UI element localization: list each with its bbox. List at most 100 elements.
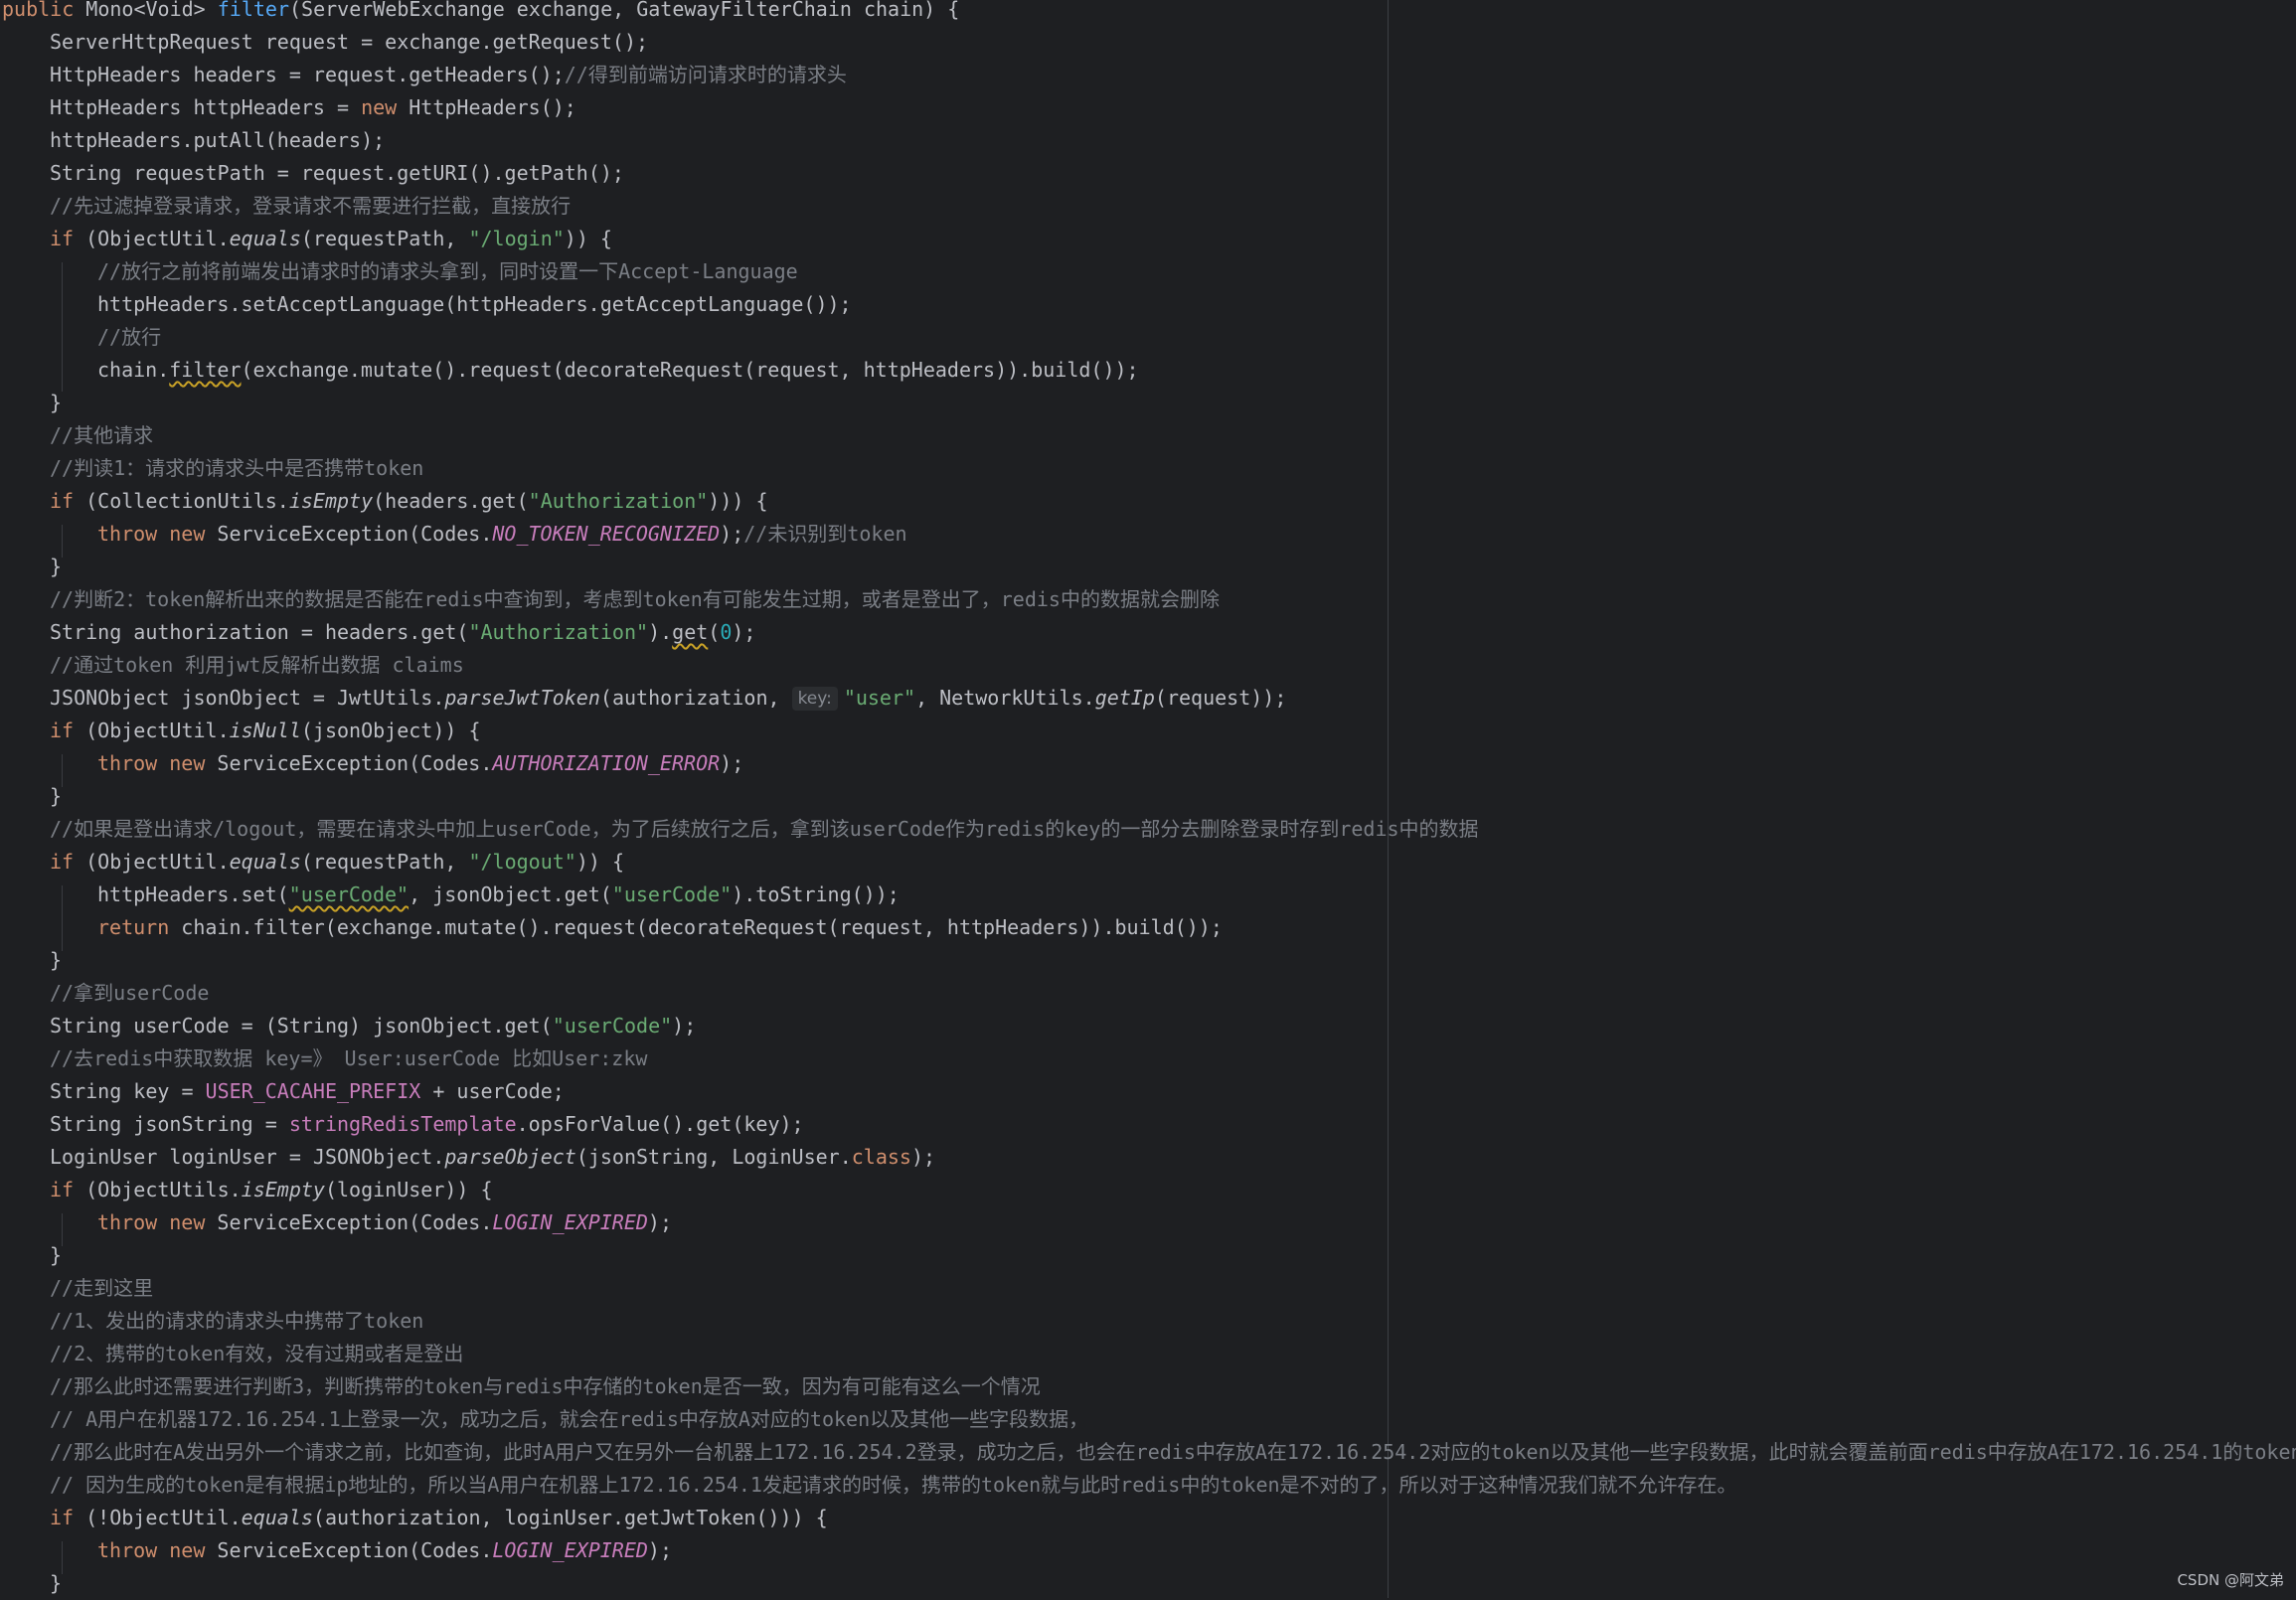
code-line[interactable]: String userCode = (String) jsonObject.ge… (0, 1010, 696, 1042)
code-line[interactable]: String jsonString = stringRedisTemplate.… (0, 1108, 804, 1141)
code-line[interactable]: //那么此时还需要进行判断3，判断携带的token与redis中存储的token… (0, 1370, 1041, 1403)
code-token: throw (97, 522, 170, 546)
code-token: String authorization = headers.get( (50, 620, 469, 644)
code-token: new (169, 1538, 218, 1562)
code-line[interactable]: //通过token 利用jwt反解析出数据 claims (0, 649, 464, 682)
code-token: )) { (575, 850, 624, 874)
code-line[interactable]: LoginUser loginUser = JSONObject.parseOb… (0, 1141, 935, 1174)
code-line[interactable]: String requestPath = request.getURI().ge… (0, 157, 624, 190)
code-line[interactable]: //如果是登出请求/logout，需要在请求头中加上userCode，为了后续放… (0, 813, 1479, 846)
code-line[interactable]: //放行之前将前端发出请求时的请求头拿到，同时设置一下Accept-Langua… (0, 255, 798, 288)
code-token: ). (648, 620, 673, 644)
code-token: + userCode; (420, 1079, 565, 1103)
code-line[interactable]: if (ObjectUtils.isEmpty(loginUser)) { (0, 1174, 493, 1206)
code-token: throw (97, 1538, 170, 1562)
field-token: stringRedisTemplate (288, 1112, 517, 1136)
code-line[interactable]: //判断2：token解析出来的数据是否能在redis中查询到，考虑到token… (0, 583, 1220, 616)
code-token: class (851, 1145, 911, 1169)
code-line[interactable]: } (0, 1239, 62, 1272)
code-line[interactable]: // 因为生成的token是有根据ip地址的，所以当A用户在机器上172.16.… (0, 1469, 1737, 1502)
code-line[interactable]: httpHeaders.set("userCode", jsonObject.g… (0, 879, 900, 911)
comment: //放行 (97, 325, 162, 349)
warning-token[interactable]: filter (169, 358, 241, 382)
code-token: if (50, 489, 86, 513)
comment: //如果是登出请求/logout，需要在请求头中加上userCode，为了后续放… (50, 817, 1479, 841)
constant: USER_CACAHE_PREFIX (205, 1079, 421, 1103)
code-line[interactable]: String key = USER_CACAHE_PREFIX + userCo… (0, 1075, 565, 1108)
code-token: (!ObjectUtil. (85, 1506, 242, 1529)
code-token: ).toString()); (732, 882, 900, 906)
code-token: equals (241, 1506, 313, 1529)
code-token: HttpHeaders headers = request.getHeaders… (50, 63, 565, 86)
code-line[interactable]: return chain.filter(exchange.mutate().re… (0, 911, 1223, 944)
code-token: (jsonString, LoginUser. (575, 1145, 852, 1169)
code-token: (headers.get( (373, 489, 529, 513)
code-line[interactable]: if (!ObjectUtil.equals(authorization, lo… (0, 1502, 828, 1534)
code-token: } (50, 555, 63, 578)
code-token: } (50, 1571, 63, 1595)
code-token: )) { (564, 227, 612, 250)
code-line[interactable]: if (ObjectUtil.isNull(jsonObject)) { (0, 715, 481, 747)
code-token: if (50, 850, 86, 874)
comment: //放行之前将前端发出请求时的请求头拿到，同时设置一下Accept-Langua… (97, 259, 798, 283)
code-line[interactable]: //先过滤掉登录请求，登录请求不需要进行拦截，直接放行 (0, 190, 571, 223)
code-token: throw (97, 1210, 170, 1234)
code-line[interactable]: //1、发出的请求的请求头中携带了token (0, 1305, 423, 1338)
code-line[interactable]: if (ObjectUtil.equals(requestPath, "/log… (0, 846, 624, 879)
string-literal: "userCode" (288, 882, 410, 906)
code-token: httpHeaders.putAll(headers); (50, 128, 386, 152)
code-line[interactable]: //放行 (0, 321, 161, 354)
code-line[interactable]: if (CollectionUtils.isEmpty(headers.get(… (0, 485, 768, 518)
code-line[interactable]: HttpHeaders httpHeaders = new HttpHeader… (0, 91, 576, 124)
code-line[interactable]: if (ObjectUtil.equals(requestPath, "/log… (0, 223, 612, 255)
code-line[interactable]: public Mono<Void> filter(ServerWebExchan… (0, 0, 959, 26)
code-token: (ObjectUtil. (85, 227, 230, 250)
code-token: getIp (1094, 686, 1155, 710)
code-token: (authorization, (599, 686, 792, 710)
right-margin-guide (1388, 0, 1389, 1598)
comment: //通过token 利用jwt反解析出数据 claims (50, 653, 464, 677)
code-line[interactable]: //拿到userCode (0, 977, 209, 1010)
code-line[interactable]: HttpHeaders headers = request.getHeaders… (0, 59, 847, 91)
code-line[interactable]: String authorization = headers.get("Auth… (0, 616, 755, 649)
code-line[interactable]: throw new ServiceException(Codes.LOGIN_E… (0, 1534, 672, 1567)
code-token: , NetworkUtils. (915, 686, 1095, 710)
code-token: ); (910, 1145, 936, 1169)
code-line[interactable]: throw new ServiceException(Codes.NO_TOKE… (0, 518, 907, 551)
comment: //那么此时还需要进行判断3，判断携带的token与redis中存储的token… (50, 1374, 1041, 1398)
warning-token[interactable]: get (672, 620, 708, 644)
comment: //判读1：请求的请求头中是否携带token (50, 456, 424, 480)
code-token: JSONObject jsonObject = JwtUtils. (50, 686, 445, 710)
code-line[interactable]: //那么此时在A发出另外一个请求之前，比如查询，此时A用户又在另外一台机器上17… (0, 1436, 2296, 1469)
code-line[interactable]: httpHeaders.putAll(headers); (0, 124, 385, 157)
code-token: if (50, 719, 86, 742)
comment: //走到这里 (50, 1276, 154, 1300)
code-line[interactable]: JSONObject jsonObject = JwtUtils.parseJw… (0, 682, 1286, 715)
code-line[interactable]: httpHeaders.setAcceptLanguage(httpHeader… (0, 288, 852, 321)
code-line[interactable]: //去redis中获取数据 key=》 User:userCode 比如User… (0, 1042, 647, 1075)
code-token: ); (732, 620, 756, 644)
code-token: httpHeaders.set( (97, 882, 289, 906)
code-token: (request)); (1154, 686, 1287, 710)
code-line[interactable]: } (0, 387, 62, 419)
code-line[interactable]: } (0, 551, 62, 583)
code-token: ); (672, 1014, 697, 1038)
code-line[interactable]: throw new ServiceException(Codes.AUTHORI… (0, 747, 743, 780)
code-token: (requestPath, (300, 227, 469, 250)
code-line[interactable]: ServerHttpRequest request = exchange.get… (0, 26, 648, 59)
watermark: CSDN @阿文弟 (2177, 1571, 2284, 1589)
code-line[interactable]: //判读1：请求的请求头中是否携带token (0, 452, 423, 485)
code-line[interactable]: //其他请求 (0, 419, 153, 452)
code-line[interactable]: } (0, 780, 62, 813)
code-editor[interactable]: public Mono<Void> filter(ServerWebExchan… (0, 0, 2296, 1598)
code-line[interactable]: throw new ServiceException(Codes.LOGIN_E… (0, 1206, 672, 1239)
code-token: LoginUser loginUser = JSONObject. (50, 1145, 445, 1169)
code-token: equals (229, 227, 301, 250)
code-line[interactable]: // A用户在机器172.16.254.1上登录一次，成功之后，就会在redis… (0, 1403, 1088, 1436)
code-line[interactable]: } (0, 944, 62, 977)
code-token: HttpHeaders httpHeaders = (50, 95, 362, 119)
code-line[interactable]: //走到这里 (0, 1272, 153, 1305)
code-line[interactable]: } (0, 1567, 62, 1600)
code-line[interactable]: //2、携带的token有效，没有过期或者是登出 (0, 1338, 463, 1370)
code-line[interactable]: chain.filter(exchange.mutate().request(d… (0, 354, 1139, 387)
